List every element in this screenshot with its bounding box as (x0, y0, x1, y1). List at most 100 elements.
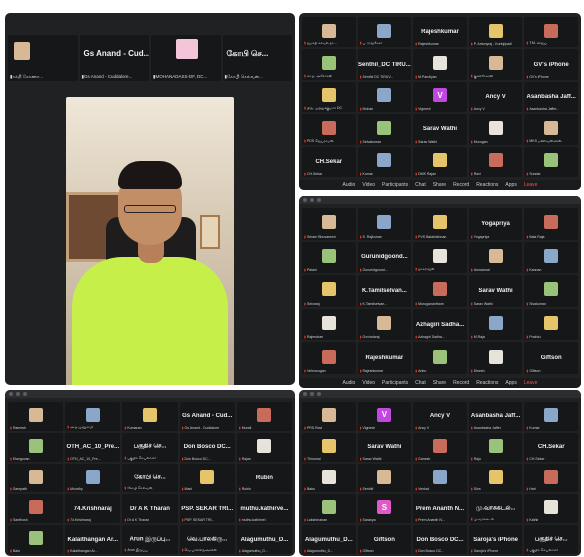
participant-tile[interactable]: ▮PDS ஜெயராமன் (302, 114, 356, 145)
strip-tile[interactable]: Gs Anand - Cud... ▮Gs Anand - Cuddalore.… (79, 35, 149, 81)
toolbar-item-reactions[interactable]: Reactions (476, 380, 498, 386)
participant-tile[interactable]: Kalaithangan Ar... ▮Kalaithangan Ar... (65, 525, 121, 554)
participant-tile[interactable]: பகுதிச் செ... ▮பகுதிச் செயலாளர் (122, 432, 178, 462)
participant-tile[interactable]: ▮Anbu (413, 342, 467, 374)
participant-tile[interactable]: Gurunidgoond... ▮Gurunidgoond... (357, 241, 412, 274)
toolbar-item-video[interactable]: Video (362, 380, 375, 386)
participant-tile[interactable]: CH.Sekar ▮CH.Sekar (524, 432, 578, 462)
participant-tile[interactable]: ▮Sivakumar (524, 275, 578, 307)
participant-tile[interactable]: ▮Thirumal (302, 432, 356, 462)
participant-tile[interactable]: பகுதிச் செ... ▮பகுதிச் செயலாளர் (524, 525, 578, 554)
participant-tile[interactable]: ▮Ramesh (8, 402, 64, 431)
participant-tile[interactable]: V ▮Vignesh (413, 81, 467, 113)
window-dot-icon[interactable] (317, 392, 321, 396)
participant-tile[interactable]: ▮S. Rajkumar (357, 208, 412, 240)
strip-tile[interactable]: ▮MOHANADASS-DF, DC... (151, 35, 221, 81)
participant-tile[interactable]: ▮நாகராஜன் (413, 241, 467, 274)
strip-tile[interactable]: ▮சக்தி கோணா... (8, 35, 78, 81)
participant-tile[interactable]: ▮Venkat (413, 463, 467, 493)
participant-tile[interactable]: Alagumuthu_D... ▮Alagumuthu_D... (236, 525, 292, 554)
participant-tile[interactable]: ▮Annadurai (468, 241, 523, 274)
toolbar-item-share[interactable]: Share (433, 182, 446, 188)
window-dot-icon[interactable] (303, 198, 307, 202)
participant-tile[interactable]: Don Bosco DC... ▮Don Bosco DC... (179, 432, 235, 462)
participant-tile[interactable]: ▮Moorthy (65, 463, 121, 493)
participant-tile[interactable]: ▮MKS மணிவண்ணன் (524, 114, 578, 145)
toolbar-item-leave[interactable]: Leave (524, 182, 538, 188)
participant-tile[interactable]: S ▮Saranya (357, 494, 412, 524)
participant-tile[interactable]: Sarav Wathi ▮Sarav Wathi (413, 114, 467, 145)
participant-tile[interactable]: ▮Prabhu (524, 308, 578, 341)
participant-tile[interactable]: ▮Lakshmanan (302, 494, 356, 524)
window-dot-icon[interactable] (9, 392, 13, 396)
participant-tile[interactable]: Asanbasha Jaff... ▮Asanbasha Jaffer... (524, 81, 578, 113)
participant-tile[interactable]: ▮அ.ந.முனுசாமி (65, 402, 121, 431)
toolbar-item-share[interactable]: Share (433, 380, 446, 386)
toolbar-item-record[interactable]: Record (453, 182, 469, 188)
participant-tile[interactable]: ▮Elangovan (8, 432, 64, 462)
participant-tile[interactable]: ▮P. Antonyraj - Kurinjipadi (468, 17, 523, 48)
participant-tile[interactable]: ▮Rajan (236, 432, 292, 462)
participant-tile[interactable]: Gs Anand - Cud... ▮Gs Anand - Cuddalore (179, 402, 235, 431)
toolbar-item-video[interactable]: Video (362, 182, 375, 188)
participant-tile[interactable]: Sarav Wathi ▮Sarav Wathi (357, 432, 412, 462)
window-dot-icon[interactable] (310, 198, 314, 202)
participant-tile[interactable]: CH.Sekar ▮CH.Sekar (302, 146, 356, 177)
participant-tile[interactable]: ▮Palani (302, 241, 356, 274)
toolbar-item-leave[interactable]: Leave (524, 380, 538, 386)
participant-tile[interactable]: OTH_AC_10_Pre... ▮OTH_AC_10_Pre... (65, 432, 121, 462)
participant-tile[interactable]: ▮குணசேகரன் (468, 49, 523, 80)
participant-tile[interactable]: ▮Murugan (468, 114, 523, 145)
participant-tile[interactable]: ▮Kumar (524, 402, 578, 431)
window-dot-icon[interactable] (303, 392, 307, 396)
toolbar-item-record[interactable]: Record (453, 380, 469, 386)
participant-tile[interactable]: ▮Kumaran (122, 402, 178, 431)
participant-tile[interactable]: ▮கா.த. அசோகன் (302, 49, 356, 80)
participant-tile[interactable]: ▮Balu (8, 525, 64, 554)
participant-tile[interactable]: Ancy V ▮Ancy V (468, 81, 523, 113)
participant-tile[interactable]: ▮Selvaraj (302, 275, 356, 307)
toolbar-item-participants[interactable]: Participants (382, 380, 408, 386)
participant-tile[interactable]: ▮Mohan (357, 81, 412, 113)
participant-tile[interactable]: ▮Sriram Bhuvanesh (302, 208, 356, 240)
participant-tile[interactable]: மு.வாசுகடல்... ▮மு.வாசுகடல் (468, 494, 523, 524)
participant-tile[interactable]: ▮PRS.Ravi (302, 402, 356, 431)
participant-tile[interactable]: ▮M.Raja (468, 308, 523, 341)
participant-tile[interactable]: Asanbasha Jaff... ▮Asanbasha Jaffer (468, 402, 523, 431)
toolbar-item-apps[interactable]: Apps (505, 182, 516, 188)
participant-tile[interactable]: ▮Santhosh (8, 494, 64, 524)
participant-tile[interactable]: ▮Senthil (357, 463, 412, 493)
window-dot-icon[interactable] (23, 392, 27, 396)
participant-tile[interactable]: ▮Sampath (8, 463, 64, 493)
participant-tile[interactable]: ▮Bala Raja (524, 208, 578, 240)
window-dot-icon[interactable] (16, 392, 20, 396)
participant-tile[interactable]: கோபி செ... ▮கோபி செல்வன் (122, 463, 178, 493)
participant-tile[interactable]: ▮திரு. முத்துக்குமார் DC (302, 81, 356, 113)
participant-tile[interactable]: Rubin ▮Rubin (236, 463, 292, 493)
participant-tile[interactable]: ▮ஜமாதி காவல் நா... (302, 17, 356, 48)
participant-tile[interactable]: ▮Kannan (524, 241, 578, 274)
toolbar-item-audio[interactable]: Audio (343, 182, 356, 188)
participant-tile[interactable]: Giftson ▮Giftson (357, 525, 412, 554)
participant-tile[interactable]: Azhagiri Sadha... ▮Azhagiri Sadha... (413, 308, 467, 341)
participant-tile[interactable]: ▮Raju (468, 432, 523, 462)
toolbar-item-audio[interactable]: Audio (343, 380, 356, 386)
toolbar-item-apps[interactable]: Apps (505, 380, 516, 386)
participant-tile[interactable]: Don Bosco DC... ▮Don Bosco DC... (413, 525, 467, 554)
participant-tile[interactable]: K.Tamilselvan... ▮K.Tamilselvan... (357, 275, 412, 307)
participant-tile[interactable]: ▮Ganesh (413, 432, 467, 462)
participant-tile[interactable]: ▮ப. ராஜசேகர் (357, 17, 412, 48)
participant-tile[interactable]: 74.Krishnaraj ▮74.Krishnaraj (65, 494, 121, 524)
participant-tile[interactable]: Prem Ananth N... ▮Prem Ananth N... (413, 494, 467, 524)
window-dot-icon[interactable] (317, 198, 321, 202)
participant-tile[interactable]: ▮PVS Balakrishnan (413, 208, 467, 240)
participant-tile[interactable]: ▮Rajendran (302, 308, 356, 341)
participant-tile[interactable]: V ▮Vignesh (357, 402, 412, 431)
participant-tile[interactable]: ▮Govindaraj (357, 308, 412, 341)
participant-tile[interactable]: ▮Selvakumar (357, 114, 412, 145)
participant-tile[interactable]: Giftson ▮Giftson (524, 342, 578, 374)
participant-tile[interactable]: ▮Muruganantham (413, 275, 467, 307)
toolbar-item-chat[interactable]: Chat (415, 182, 426, 188)
window-dot-icon[interactable] (310, 392, 314, 396)
active-speaker-video[interactable] (66, 97, 234, 385)
